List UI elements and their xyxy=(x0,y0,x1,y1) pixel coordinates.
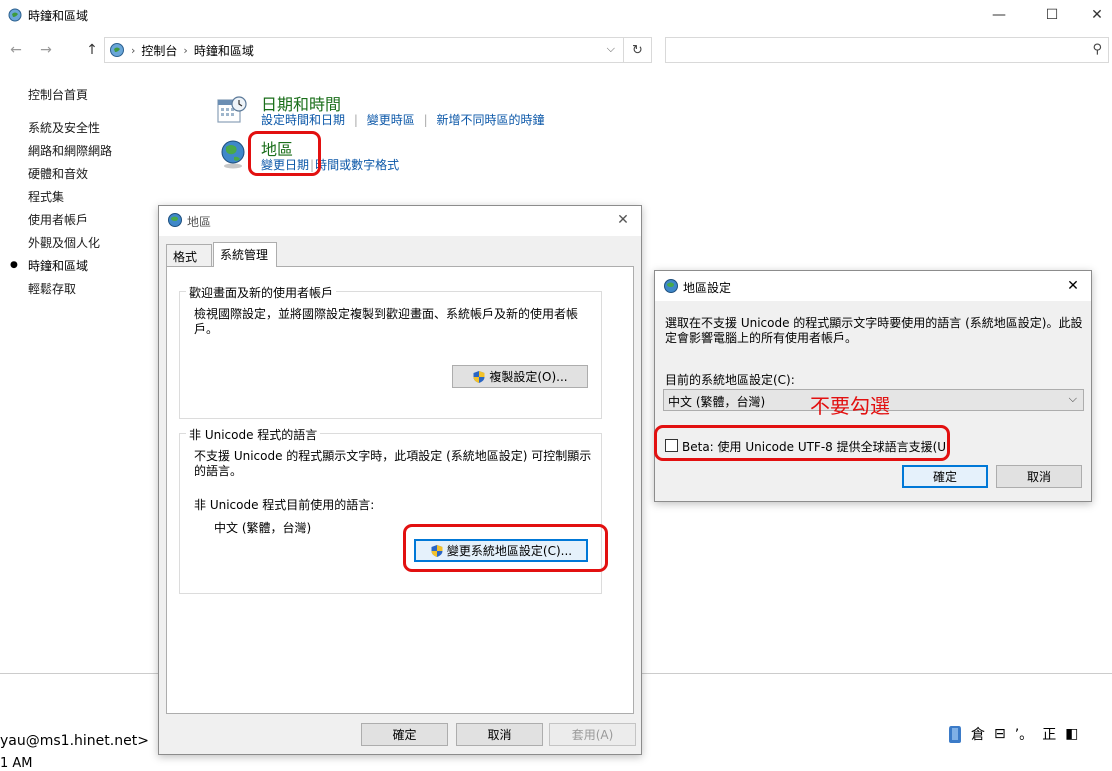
ime-icon[interactable] xyxy=(948,724,962,744)
time-number-format-link[interactable]: 時間或數字格式 xyxy=(315,158,399,172)
link-separator: | xyxy=(353,113,358,127)
chevron-down-icon[interactable]: ⌵ xyxy=(607,42,615,56)
breadcrumb-control-panel[interactable]: 控制台 xyxy=(141,42,177,59)
annotation-highlight-change-locale xyxy=(403,524,608,572)
ime-toolbar: 倉 ⊟ ’。 正 ◧ xyxy=(948,722,1112,746)
welcome-group-description: 檢視國際設定，並將國際設定複製到歡迎畫面、系統帳戶及新的使用者帳戶。 xyxy=(194,307,579,336)
change-timezone-link[interactable]: 變更時區 xyxy=(367,113,415,127)
maximize-icon: ☐ xyxy=(1045,7,1059,23)
breadcrumb-separator: › xyxy=(183,43,188,57)
search-icon: ⚲ xyxy=(1092,42,1102,57)
search-input[interactable]: ⚲ xyxy=(665,37,1109,63)
region-apply-button[interactable]: 套用(A) xyxy=(549,723,636,746)
annotation-do-not-check: 不要勾選 xyxy=(810,394,890,418)
current-locale-label: 目前的系統地區設定(C): xyxy=(665,373,795,387)
administrative-tab-panel: 歡迎畫面及新的使用者帳戶 檢視國際設定，並將國際設定複製到歡迎畫面、系統帳戶及新… xyxy=(166,266,634,714)
sidebar-item-network[interactable]: 網路和網際網路 xyxy=(28,142,112,159)
sidebar-item-user-accounts[interactable]: 使用者帳戶 xyxy=(28,211,88,228)
ime-keyboard-icon[interactable]: ⊟ xyxy=(994,726,1006,742)
region-cancel-button[interactable]: 取消 xyxy=(456,723,543,746)
ime-menu-icon[interactable]: ◧ xyxy=(1065,726,1078,742)
annotation-highlight-beta-checkbox xyxy=(654,425,950,461)
locale-settings-dialog: 地區設定 ✕ 選取在不支援 Unicode 的程式顯示文字時要使用的語言 (系統… xyxy=(654,270,1092,502)
forward-button[interactable]: → xyxy=(36,40,56,60)
close-icon: ✕ xyxy=(617,212,629,228)
current-language-label: 非 Unicode 程式目前使用的語言: xyxy=(194,498,375,512)
region-dialog: 地區 ✕ 格式 系統管理 歡迎畫面及新的使用者帳戶 檢視國際設定，並將國際設定複… xyxy=(158,205,642,755)
arrow-up-icon: ↑ xyxy=(86,42,98,58)
title-bar xyxy=(0,0,1112,30)
maximize-button[interactable]: ☐ xyxy=(1029,0,1075,30)
arrow-left-icon: ← xyxy=(10,42,22,58)
locale-dialog-close-button[interactable]: ✕ xyxy=(1061,274,1085,298)
arrow-right-icon: → xyxy=(40,42,52,58)
locale-description: 選取在不支援 Unicode 的程式顯示文字時要使用的語言 (系統地區設定)。此… xyxy=(665,316,1083,345)
locale-cancel-button[interactable]: 取消 xyxy=(996,465,1082,488)
copy-settings-button[interactable]: 複製設定(O)... xyxy=(452,365,588,388)
active-bullet-icon: ● xyxy=(10,260,18,270)
set-time-date-link[interactable]: 設定時間和日期 xyxy=(261,113,345,127)
sidebar-home-link[interactable]: 控制台首頁 xyxy=(28,86,88,103)
sidebar-item-appearance[interactable]: 外觀及個人化 xyxy=(28,234,100,251)
region-dialog-titlebar xyxy=(159,206,641,236)
region-dialog-close-button[interactable]: ✕ xyxy=(611,208,635,232)
globe-icon xyxy=(664,279,678,293)
globe-icon xyxy=(168,213,182,227)
region-dialog-title: 地區 xyxy=(187,215,212,229)
back-button[interactable]: ← xyxy=(6,40,26,60)
sidebar-item-programs[interactable]: 程式集 xyxy=(28,188,64,205)
refresh-button[interactable]: ↻ xyxy=(623,38,651,62)
calendar-clock-icon xyxy=(217,96,247,123)
sidebar-item-security[interactable]: 系統及安全性 xyxy=(28,119,100,136)
background-email-text: yau@ms1.hinet.net> xyxy=(0,733,149,749)
non-unicode-description: 不支援 Unicode 的程式顯示文字時，此項設定 (系統地區設定) 可控制顯示… xyxy=(194,449,592,478)
breadcrumb-separator: › xyxy=(131,43,136,57)
ime-fullwidth-icon[interactable]: 正 xyxy=(1042,724,1056,744)
annotation-highlight-region xyxy=(248,131,321,176)
sidebar-item-ease-of-access[interactable]: 輕鬆存取 xyxy=(28,280,76,297)
clock-region-icon xyxy=(8,8,22,22)
ime-punctuation-icon[interactable]: ’。 xyxy=(1015,724,1033,744)
link-separator: | xyxy=(423,113,428,127)
copy-settings-label: 複製設定(O)... xyxy=(489,370,568,384)
address-bar[interactable]: › 控制台 › 時鐘和區域 ⌵ ↻ xyxy=(104,37,652,63)
current-language-value: 中文 (繁體，台灣) xyxy=(214,521,312,535)
welcome-screen-group: 歡迎畫面及新的使用者帳戶 檢視國際設定，並將國際設定複製到歡迎畫面、系統帳戶及新… xyxy=(179,284,602,419)
tab-administrative[interactable]: 系統管理 xyxy=(213,242,277,267)
locale-ok-button[interactable]: 確定 xyxy=(902,465,988,488)
datetime-links: 設定時間和日期 | 變更時區 | 新增不同時區的時鐘 xyxy=(261,111,544,128)
window-title: 時鐘和區域 xyxy=(28,9,89,23)
sidebar-item-hardware[interactable]: 硬體和音效 xyxy=(28,165,88,182)
add-clocks-link[interactable]: 新增不同時區的時鐘 xyxy=(436,113,544,127)
breadcrumb-clock-region[interactable]: 時鐘和區域 xyxy=(194,42,254,59)
close-icon: ✕ xyxy=(1091,7,1103,23)
refresh-icon: ↻ xyxy=(632,42,643,58)
uac-shield-icon xyxy=(473,370,485,383)
minimize-button[interactable]: — xyxy=(976,0,1022,30)
up-button[interactable]: ↑ xyxy=(82,40,102,60)
close-icon: ✕ xyxy=(1067,278,1079,294)
globe-icon xyxy=(221,140,245,169)
chevron-down-icon: ⌵ xyxy=(1068,392,1077,405)
minimize-icon: — xyxy=(992,7,1006,23)
tab-formats[interactable]: 格式 xyxy=(166,244,212,266)
clock-region-icon xyxy=(110,43,124,57)
ime-mode-icon[interactable]: 倉 xyxy=(971,724,985,744)
locale-dialog-title: 地區設定 xyxy=(683,281,732,295)
welcome-group-legend: 歡迎畫面及新的使用者帳戶 xyxy=(186,284,337,301)
sidebar-item-clock-region[interactable]: 時鐘和區域 xyxy=(28,257,88,274)
non-unicode-group-legend: 非 Unicode 程式的語言 xyxy=(186,426,321,443)
region-ok-button[interactable]: 確定 xyxy=(361,723,448,746)
close-button[interactable]: ✕ xyxy=(1074,0,1112,30)
system-locale-value: 中文 (繁體，台灣) xyxy=(668,395,766,409)
